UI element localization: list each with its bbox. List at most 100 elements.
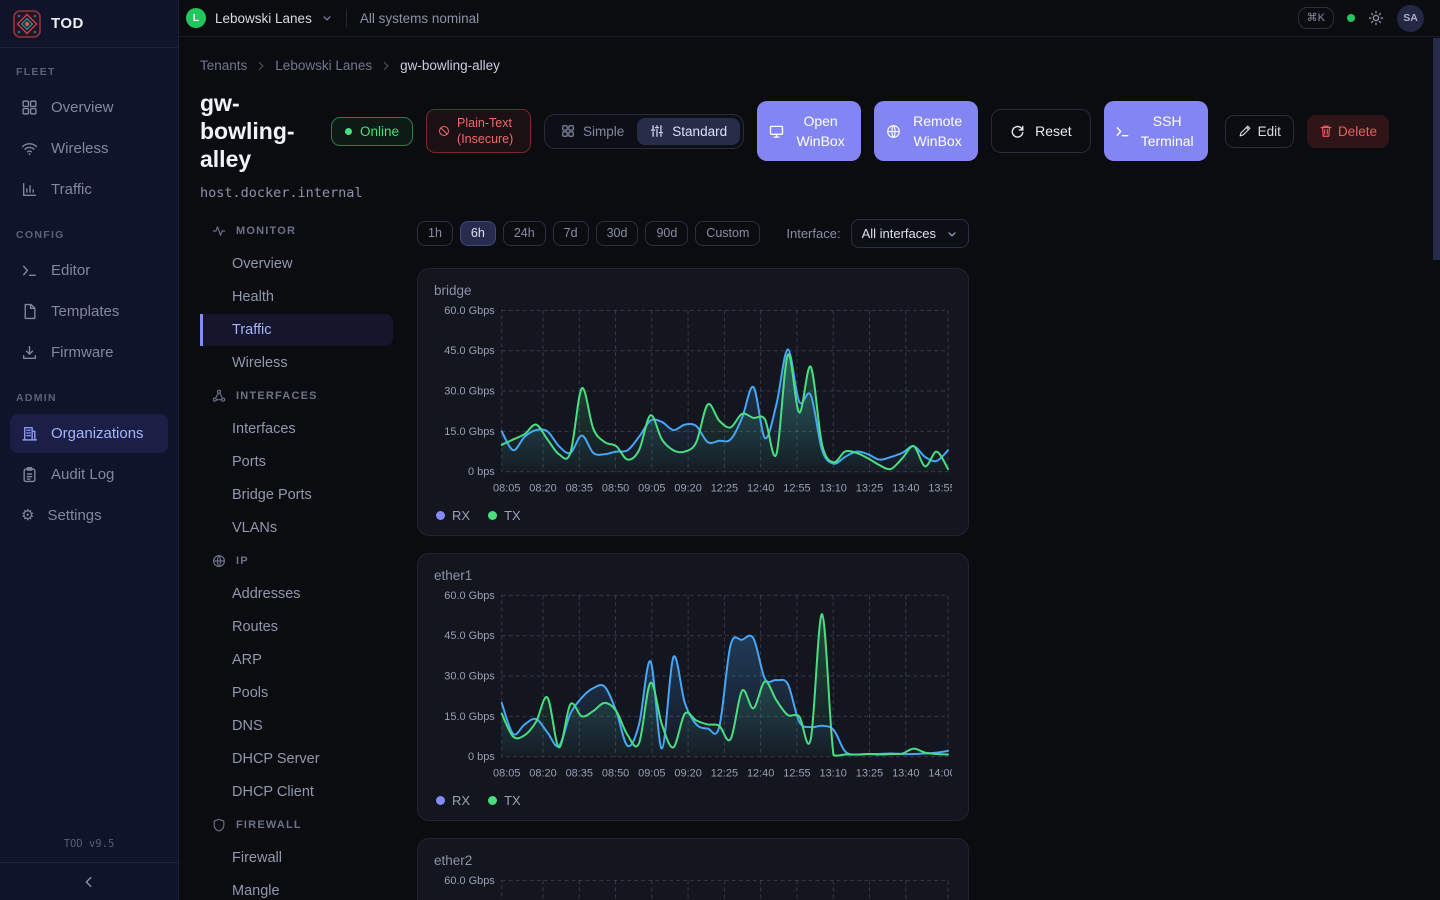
sidebar-section-fleet: FLEET OverviewWireless Traffic <box>10 66 168 209</box>
svg-text:13:40: 13:40 <box>892 483 919 495</box>
remote-winbox-button[interactable]: Remote WinBox <box>874 101 978 161</box>
range-30d[interactable]: 30d <box>596 221 639 246</box>
chevron-right-icon <box>255 60 267 72</box>
sun-icon <box>1368 10 1384 26</box>
svg-text:09:05: 09:05 <box>638 768 665 780</box>
legend-label: RX <box>452 793 470 808</box>
breadcrumb-item[interactable]: Tenants <box>200 58 247 73</box>
theme-toggle-button[interactable] <box>1368 10 1384 26</box>
chevron-left-icon <box>82 875 96 889</box>
range-7d[interactable]: 7d <box>553 221 589 246</box>
view-mode-toggle: Simple Standard <box>544 114 744 149</box>
subnav-item-mangle[interactable]: Mangle <box>200 875 393 900</box>
sidebar-item-traffic[interactable]: Traffic <box>10 170 168 209</box>
svg-text:08:50: 08:50 <box>602 483 629 495</box>
view-mode-standard[interactable]: Standard <box>637 118 740 145</box>
subnav-item-traffic[interactable]: Traffic <box>200 314 393 346</box>
svg-text:13:10: 13:10 <box>820 768 847 780</box>
svg-text:12:40: 12:40 <box>747 768 774 780</box>
legend-label: TX <box>504 508 521 523</box>
ssh-terminal-button[interactable]: SSH Terminal <box>1104 101 1208 161</box>
open-winbox-button[interactable]: Open WinBox <box>757 101 861 161</box>
simple-label: Simple <box>583 124 624 139</box>
sidebar-item-wireless[interactable]: Wireless <box>10 129 168 168</box>
subnav-section-header: IP <box>200 545 393 577</box>
range-6h[interactable]: 6h <box>460 221 496 246</box>
subnav-item-wireless[interactable]: Wireless <box>200 347 393 379</box>
subnav-item-health[interactable]: Health <box>200 281 393 313</box>
subnav-section-label: IP <box>236 555 249 567</box>
range-1h[interactable]: 1h <box>417 221 453 246</box>
topbar: L Lebowski Lanes All systems nominal ⌘K … <box>179 0 1440 37</box>
svg-text:12:25: 12:25 <box>711 483 738 495</box>
sidebar-item-label: Audit Log <box>51 466 114 483</box>
subnav-section-header: INTERFACES <box>200 380 393 412</box>
breadcrumb-item[interactable]: Lebowski Lanes <box>275 58 372 73</box>
subnav-item-interfaces[interactable]: Interfaces <box>200 413 393 445</box>
svg-text:15.0 Gbps: 15.0 Gbps <box>444 426 495 438</box>
tenant-switcher[interactable]: L Lebowski Lanes <box>186 8 333 28</box>
time-range-selector: 1h 6h 24h 7d 30d90d Custom <box>417 221 760 246</box>
subnav-item-dhcp-server[interactable]: DHCP Server <box>200 743 393 775</box>
building-icon <box>21 425 38 442</box>
subnav-item-addresses[interactable]: Addresses <box>200 578 393 610</box>
sidebar-section-label: FLEET <box>16 66 162 78</box>
window-scrollbar[interactable] <box>1433 38 1440 900</box>
legend-item-tx: TX <box>488 793 521 808</box>
sidebar-item-label: Traffic <box>51 181 92 198</box>
subnav-item-vlans[interactable]: VLANs <box>200 512 393 544</box>
range-custom[interactable]: Custom <box>695 221 760 246</box>
reset-button[interactable]: Reset <box>991 109 1091 153</box>
subnav-item-arp[interactable]: ARP <box>200 644 393 676</box>
subnav-item-routes[interactable]: Routes <box>200 611 393 643</box>
tenant-avatar: L <box>186 8 206 28</box>
app-version: TOD v9.5 <box>0 828 178 862</box>
interface-select[interactable]: All interfaces <box>851 219 969 248</box>
range-90d[interactable]: 90d <box>645 221 688 246</box>
sidebar-item-organizations[interactable]: Organizations <box>10 414 168 453</box>
legend-dot-icon <box>436 796 445 805</box>
sidebar-item-overview[interactable]: Overview <box>10 88 168 127</box>
subnav-item-dns[interactable]: DNS <box>200 710 393 742</box>
sidebar-item-templates[interactable]: Templates <box>10 292 168 331</box>
scrollbar-thumb[interactable] <box>1433 38 1440 260</box>
subnav-item-firewall[interactable]: Firewall <box>200 842 393 874</box>
view-mode-simple[interactable]: Simple <box>548 118 637 145</box>
sidebar-item-audit-log[interactable]: Audit Log <box>10 455 168 494</box>
refresh-icon <box>1010 124 1025 139</box>
user-avatar[interactable]: SA <box>1397 5 1424 32</box>
app-logo-row[interactable]: TOD <box>0 0 178 48</box>
subnav-section-label: INTERFACES <box>236 390 318 402</box>
sidebar-item-editor[interactable]: Editor <box>10 251 168 290</box>
svg-text:14:00: 14:00 <box>928 768 952 780</box>
svg-text:08:35: 08:35 <box>566 768 593 780</box>
charts-column: 1h6h24h7d30d90dCustom Interface: All int… <box>417 215 969 900</box>
subnav-item-dhcp-client[interactable]: DHCP Client <box>200 776 393 808</box>
system-status-text: All systems nominal <box>360 11 479 26</box>
range-24h[interactable]: 24h <box>503 221 546 246</box>
subnav-item-overview[interactable]: Overview <box>200 248 393 280</box>
subnav-item-bridge-ports[interactable]: Bridge Ports <box>200 479 393 511</box>
interface-value: All interfaces <box>862 226 936 241</box>
edit-label: Edit <box>1258 124 1281 139</box>
subnav-item-ports[interactable]: Ports <box>200 446 393 478</box>
edit-button[interactable]: Edit <box>1225 115 1294 148</box>
chevron-down-icon <box>321 12 333 24</box>
delete-button[interactable]: Delete <box>1307 115 1389 148</box>
sidebar-item-firmware[interactable]: Firmware <box>10 333 168 372</box>
subnav-section-interfaces: INTERFACES InterfacesPortsBridge PortsVLA… <box>200 380 393 544</box>
subnav-section-header: MONITOR <box>200 215 393 247</box>
legend-dot-icon <box>488 796 497 805</box>
sidebar-collapse-button[interactable] <box>0 862 178 900</box>
sidebar-item-label: Templates <box>51 303 119 320</box>
wifi-icon <box>21 140 38 157</box>
subnav-item-pools[interactable]: Pools <box>200 677 393 709</box>
svg-text:09:05: 09:05 <box>638 483 665 495</box>
svg-text:13:25: 13:25 <box>856 483 883 495</box>
insecure-label: Plain-Text (Insecure) <box>457 115 519 148</box>
sidebar-item-settings[interactable]: ⚙Settings <box>10 496 168 535</box>
svg-text:60.0 Gbps: 60.0 Gbps <box>444 875 495 887</box>
device-subnav: MONITOROverviewHealthTrafficWirelessINTE… <box>200 215 393 900</box>
svg-text:09:20: 09:20 <box>674 768 701 780</box>
command-palette-shortcut[interactable]: ⌘K <box>1298 7 1334 29</box>
